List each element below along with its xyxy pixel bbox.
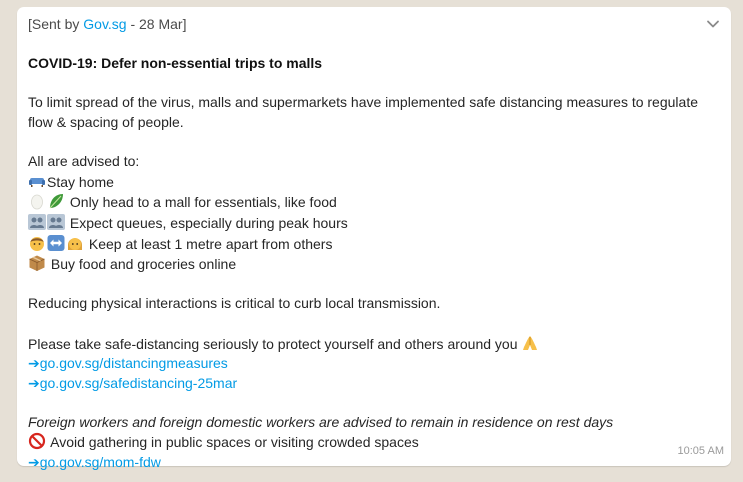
avoid-text: Avoid gathering in public spaces or visi… (47, 434, 419, 451)
tip-text: Expect queues, especially during peak ho… (66, 214, 348, 231)
prohibited-icon (28, 433, 46, 450)
tip-online: Buy food and groceries online (28, 254, 720, 275)
sent-by-suffix: - 28 Mar] (126, 16, 187, 32)
sent-by-prefix: [Sent by (28, 16, 84, 32)
advised-line: All are advised to: (28, 153, 140, 170)
sofa-icon (29, 177, 45, 187)
chevron-down-icon[interactable] (705, 16, 721, 32)
link-safe-distancing[interactable]: ➔go.gov.sg/safedistancing-25mar (28, 374, 720, 394)
leafy-green-icon (49, 194, 63, 209)
please-text: Please take safe-distancing seriously to… (28, 335, 522, 352)
tip-text: Stay home (47, 173, 114, 190)
message-bubble[interactable]: [Sent by Gov.sg - 28 Mar] COVID-19: Defe… (17, 7, 731, 470)
tip-queues: Expect queues, especially during peak ho… (28, 213, 720, 234)
please-line: Please take safe-distancing seriously to… (28, 334, 720, 355)
people-icon (28, 213, 46, 230)
reducing-line: Reducing physical interactions is critic… (28, 295, 441, 312)
link-text[interactable]: ➔go.gov.sg/mom-fdw (28, 454, 161, 470)
sender-link[interactable]: Gov.sg (83, 16, 126, 32)
tip-text: Keep at least 1 metre apart from others (85, 235, 333, 252)
tip-text: Buy food and groceries online (47, 256, 237, 273)
tip-text: Only head to a mall for essentials, like… (66, 194, 337, 211)
intro-paragraph: To limit spread of the virus, malls and … (28, 94, 698, 130)
folded-hands-icon (523, 335, 538, 350)
package-icon (29, 255, 45, 272)
link-distancing-measures[interactable]: ➔go.gov.sg/distancingmeasures (28, 354, 720, 374)
avoid-line: Avoid gathering in public spaces or visi… (28, 432, 720, 453)
woman-icon (68, 237, 82, 250)
message-title: COVID-19: Defer non-essential trips to m… (28, 55, 323, 72)
link-mom-fdw[interactable]: ➔go.gov.sg/mom-fdw (28, 453, 720, 473)
link-text[interactable]: ➔go.gov.sg/distancingmeasures (28, 355, 228, 371)
egg-icon (31, 194, 43, 210)
left-right-arrow-icon (47, 234, 65, 251)
message-timestamp: 10:05 AM (677, 445, 724, 458)
people-icon (47, 213, 65, 230)
foreign-workers-line: Foreign workers and foreign domestic wor… (28, 413, 614, 430)
sender-line: [Sent by Gov.sg - 28 Mar] (28, 15, 720, 35)
tip-stay-home: Stay home (28, 172, 720, 193)
tip-essentials: Only head to a mall for essentials, like… (28, 192, 720, 213)
tip-distance: Keep at least 1 metre apart from others (28, 234, 720, 255)
man-icon (30, 236, 44, 251)
link-text[interactable]: ➔go.gov.sg/safedistancing-25mar (28, 375, 237, 391)
